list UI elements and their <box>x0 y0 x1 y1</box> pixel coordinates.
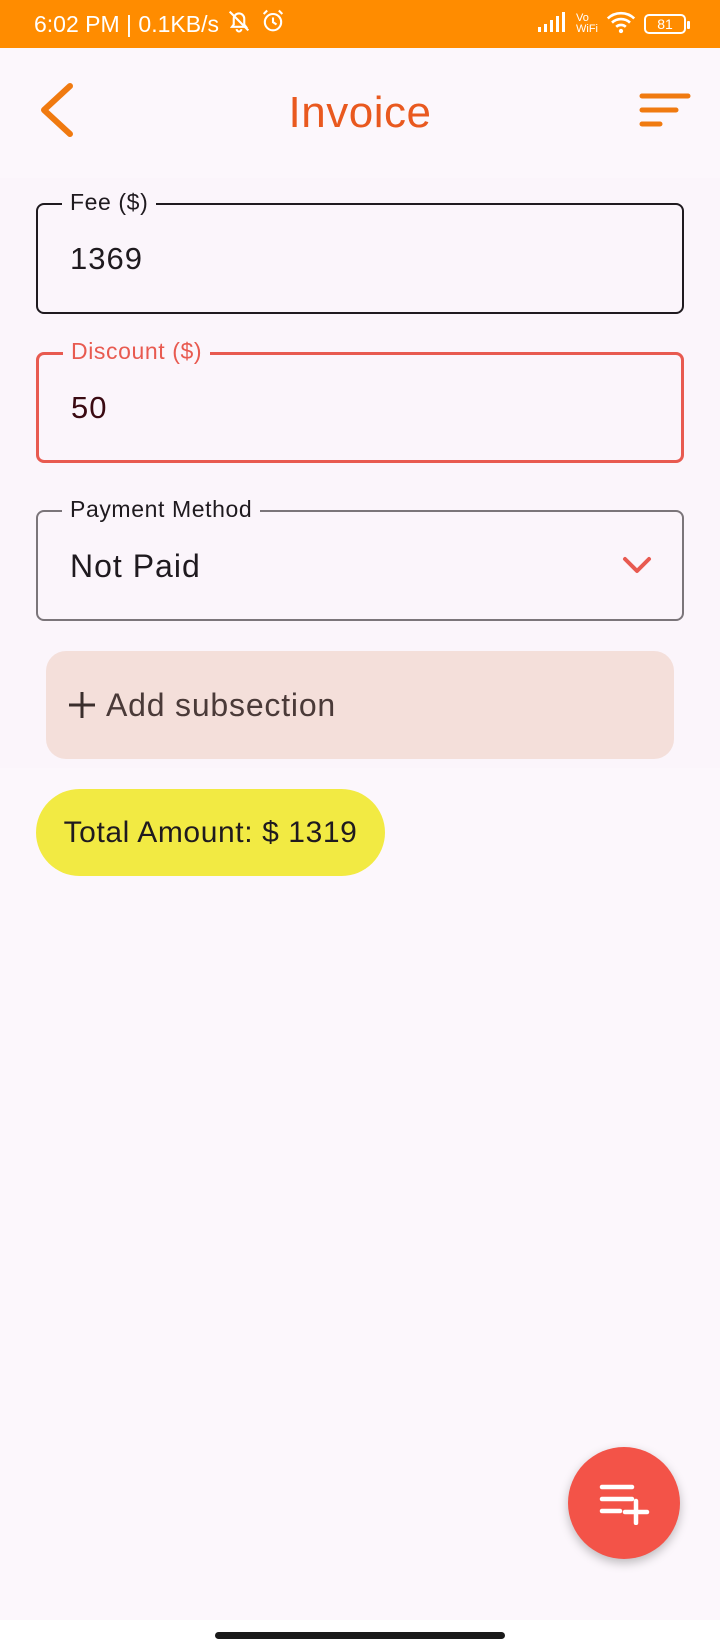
vowifi-bottom: WiFi <box>576 23 598 35</box>
payment-method-label: Payment Method <box>62 496 261 523</box>
total-amount-text: Total Amount: $ 1319 <box>63 815 358 849</box>
sort-menu-button[interactable] <box>632 88 692 136</box>
status-bar: 6:02 PM | 0.1KB/s Vo WiFi 81 <box>0 0 720 48</box>
vowifi-indicator: Vo WiFi <box>576 13 598 35</box>
add-item-fab[interactable] <box>568 1447 680 1559</box>
total-amount-chip: Total Amount: $ 1319 <box>36 789 385 876</box>
playlist-add-icon <box>599 1484 650 1525</box>
status-time: 6:02 PM | 0.1KB/s <box>34 10 219 37</box>
discount-field[interactable]: Discount ($) 50 <box>36 338 684 463</box>
payment-method-select[interactable]: Payment Method Not Paid <box>36 496 684 621</box>
page-title: Invoice <box>288 88 432 137</box>
app-header: Invoice <box>0 48 720 178</box>
signal-icon <box>538 11 568 38</box>
muted-bell-icon <box>225 7 253 41</box>
alarm-icon <box>259 7 287 41</box>
fee-field[interactable]: Fee ($) 1369 <box>36 189 684 314</box>
battery-level: 81 <box>657 16 673 32</box>
fee-label: Fee ($) <box>62 189 157 216</box>
fee-value: 1369 <box>70 241 143 276</box>
add-subsection-button[interactable]: Add subsection <box>46 651 674 759</box>
discount-value: 50 <box>71 390 108 425</box>
chevron-down-icon <box>623 557 651 573</box>
sort-menu-icon <box>639 93 691 127</box>
wifi-icon <box>606 10 636 39</box>
battery-icon: 81 <box>644 14 690 34</box>
discount-label: Discount ($) <box>63 338 211 365</box>
home-indicator[interactable] <box>215 1632 505 1639</box>
status-right: Vo WiFi 81 <box>538 0 690 48</box>
payment-method-value: Not Paid <box>70 548 201 584</box>
plus-icon <box>69 692 95 718</box>
add-subsection-label: Add subsection <box>106 686 337 723</box>
status-left: 6:02 PM | 0.1KB/s <box>34 0 287 48</box>
